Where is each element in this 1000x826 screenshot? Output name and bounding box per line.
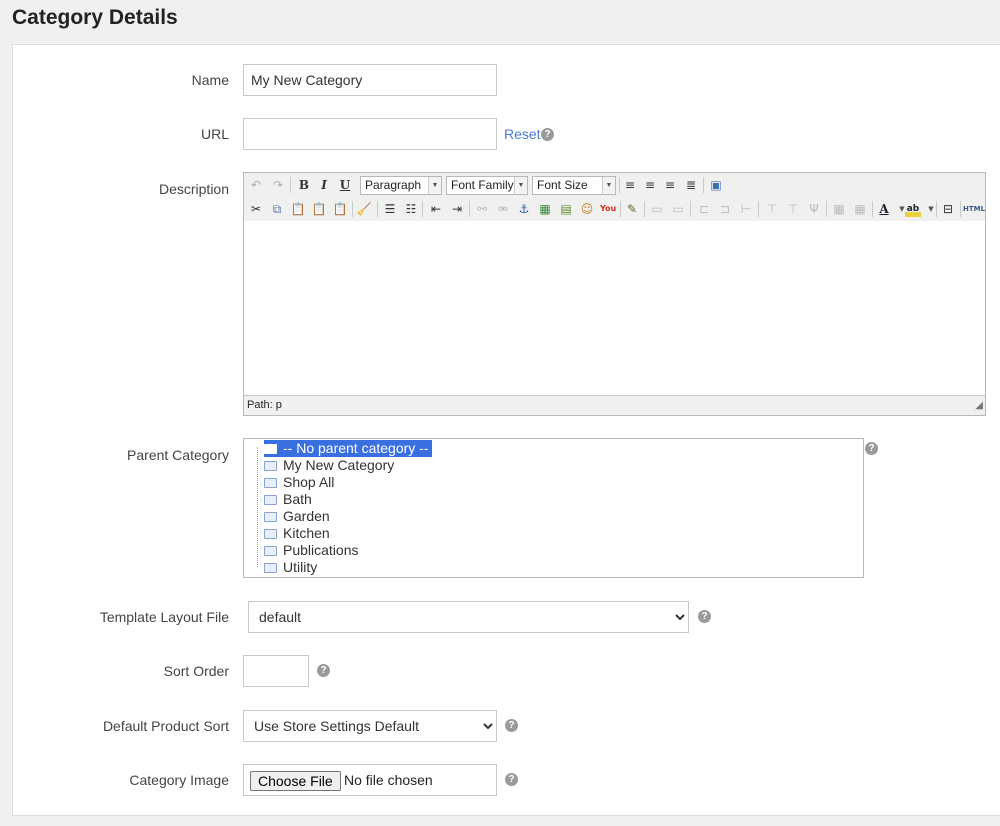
edit-html-icon[interactable]: ✎ bbox=[624, 201, 640, 217]
delete-row-icon[interactable]: ▭ bbox=[670, 201, 686, 217]
tree-item[interactable]: Shop All bbox=[264, 474, 334, 491]
anchor-icon[interactable]: ⚓ bbox=[516, 201, 532, 217]
sort-order-help-icon[interactable]: ? bbox=[317, 664, 330, 677]
align-left-icon[interactable]: ≡ bbox=[622, 177, 638, 193]
italic-icon[interactable]: I bbox=[316, 177, 332, 193]
tree-item[interactable]: Kitchen bbox=[264, 525, 330, 542]
page-break-icon[interactable]: ⊟ bbox=[940, 201, 956, 217]
tree-item[interactable]: Garden bbox=[264, 508, 330, 525]
indent-icon[interactable]: ⇥ bbox=[449, 201, 465, 217]
editor-toolbar-row-2: ✂ ⧉ 📋 📋 📋 🧹 ☰ ☷ ⇤ ⇥ ⚯ ⚮ ⚓ ▦ ▤ ☺ You ✎ ▭ … bbox=[244, 197, 985, 222]
default-product-sort-select[interactable]: Use Store Settings Default bbox=[243, 710, 497, 742]
description-editor: ↶ ↷ B I U Paragraph ▼ Font Family ▼ Font S… bbox=[243, 172, 986, 416]
html-source-icon[interactable]: HTML bbox=[963, 201, 985, 217]
url-help-icon[interactable]: ? bbox=[541, 128, 554, 141]
bullet-list-icon[interactable]: ☰ bbox=[382, 201, 398, 217]
folder-icon bbox=[264, 512, 277, 522]
align-right-icon[interactable]: ≡ bbox=[662, 177, 678, 193]
bold-icon[interactable]: B bbox=[296, 177, 312, 193]
tree-item[interactable]: Utility bbox=[264, 559, 317, 576]
chevron-down-icon: ▼ bbox=[428, 177, 441, 194]
table-icon[interactable]: ▦ bbox=[831, 201, 847, 217]
unlink-icon[interactable]: ⚮ bbox=[495, 201, 511, 217]
choose-file-button[interactable]: Choose File bbox=[250, 771, 341, 791]
tree-item[interactable]: Publications bbox=[264, 542, 359, 559]
folder-icon bbox=[264, 546, 277, 556]
editor-path: Path: p bbox=[247, 399, 282, 411]
resize-handle-icon[interactable]: ◢ bbox=[975, 396, 983, 415]
folder-icon bbox=[264, 563, 277, 573]
page-title: Category Details bbox=[12, 6, 178, 29]
parent-category-tree: -- No parent category -- My New Category… bbox=[243, 438, 864, 578]
folder-icon bbox=[264, 461, 277, 471]
youtube-icon[interactable]: You bbox=[600, 201, 616, 217]
copy-icon[interactable]: ⧉ bbox=[269, 201, 285, 217]
editor-statusbar: Path: p ◢ bbox=[244, 395, 985, 415]
template-layout-label: Template Layout File bbox=[99, 609, 229, 625]
category-details-panel bbox=[12, 44, 1000, 816]
sort-order-input[interactable] bbox=[243, 655, 309, 687]
table-props-icon[interactable]: ▦ bbox=[852, 201, 868, 217]
folder-icon bbox=[264, 529, 277, 539]
text-color-icon[interactable]: A bbox=[876, 201, 892, 217]
tree-guide-line bbox=[257, 447, 259, 567]
col-before-icon[interactable]: ⊤ bbox=[764, 201, 780, 217]
redo-icon[interactable]: ↷ bbox=[270, 177, 286, 193]
delete-col-icon[interactable]: Ψ bbox=[806, 201, 822, 217]
paste-text-icon[interactable]: 📋 bbox=[311, 201, 327, 217]
clean-up-icon[interactable]: 🧹 bbox=[356, 201, 372, 217]
description-content-area[interactable] bbox=[244, 221, 985, 395]
outdent-icon[interactable]: ⇤ bbox=[428, 201, 444, 217]
format-select[interactable]: Paragraph ▼ bbox=[360, 176, 442, 195]
underline-icon[interactable]: U bbox=[337, 177, 353, 193]
cell-props-icon[interactable]: ⊢ bbox=[738, 201, 754, 217]
font-family-select[interactable]: Font Family ▼ bbox=[446, 176, 528, 195]
reset-url-link[interactable]: Reset bbox=[504, 126, 541, 142]
highlight-color-icon[interactable]: ab bbox=[905, 201, 921, 217]
url-label: URL bbox=[200, 126, 229, 142]
cut-icon[interactable]: ✂ bbox=[248, 201, 264, 217]
split-cells-icon[interactable]: ⊏ bbox=[696, 201, 712, 217]
folder-icon bbox=[264, 495, 277, 505]
default-product-sort-label: Default Product Sort bbox=[102, 718, 229, 734]
emoticon-icon[interactable]: ☺ bbox=[579, 201, 595, 217]
category-image-label: Category Image bbox=[129, 772, 229, 788]
merge-cells-icon[interactable]: ⊐ bbox=[717, 201, 733, 217]
name-input[interactable]: My New Category bbox=[243, 64, 497, 96]
folder-icon bbox=[264, 478, 277, 488]
tree-item[interactable]: My New Category bbox=[264, 457, 394, 474]
insert-row-icon[interactable]: ▭ bbox=[649, 201, 665, 217]
media-icon[interactable]: ▤ bbox=[558, 201, 574, 217]
template-layout-select[interactable]: default bbox=[248, 601, 689, 633]
folder-icon bbox=[264, 444, 277, 454]
link-icon[interactable]: ⚯ bbox=[474, 201, 490, 217]
sort-order-label: Sort Order bbox=[163, 663, 229, 679]
paste-word-icon[interactable]: 📋 bbox=[332, 201, 348, 217]
parent-category-help-icon[interactable]: ? bbox=[865, 442, 878, 455]
font-size-select[interactable]: Font Size ▼ bbox=[532, 176, 616, 195]
category-image-help-icon[interactable]: ? bbox=[505, 773, 518, 786]
name-label: Name bbox=[191, 72, 229, 88]
chevron-down-icon: ▼ bbox=[514, 177, 527, 194]
parent-category-label: Parent Category bbox=[127, 447, 229, 463]
template-layout-help-icon[interactable]: ? bbox=[698, 610, 711, 623]
editor-toolbar-row-1: ↶ ↷ B I U Paragraph ▼ Font Family ▼ Font S… bbox=[244, 173, 985, 198]
description-label: Description bbox=[158, 181, 229, 197]
url-input[interactable] bbox=[243, 118, 497, 150]
image-icon[interactable]: ▦ bbox=[537, 201, 553, 217]
align-justify-icon[interactable]: ≣ bbox=[683, 177, 699, 193]
fullscreen-icon[interactable]: ▣ bbox=[708, 177, 724, 193]
col-after-icon[interactable]: ⊤ bbox=[785, 201, 801, 217]
paste-icon[interactable]: 📋 bbox=[290, 201, 306, 217]
tree-item[interactable]: Bath bbox=[264, 491, 312, 508]
numbered-list-icon[interactable]: ☷ bbox=[403, 201, 419, 217]
file-status-text: No file chosen bbox=[344, 772, 433, 788]
undo-icon[interactable]: ↶ bbox=[248, 177, 264, 193]
default-product-sort-help-icon[interactable]: ? bbox=[505, 719, 518, 732]
category-image-file-input[interactable]: Choose File No file chosen bbox=[243, 764, 497, 796]
tree-item[interactable]: -- No parent category -- bbox=[264, 440, 432, 457]
chevron-down-icon: ▼ bbox=[602, 177, 615, 194]
align-center-icon[interactable]: ≡ bbox=[642, 177, 658, 193]
